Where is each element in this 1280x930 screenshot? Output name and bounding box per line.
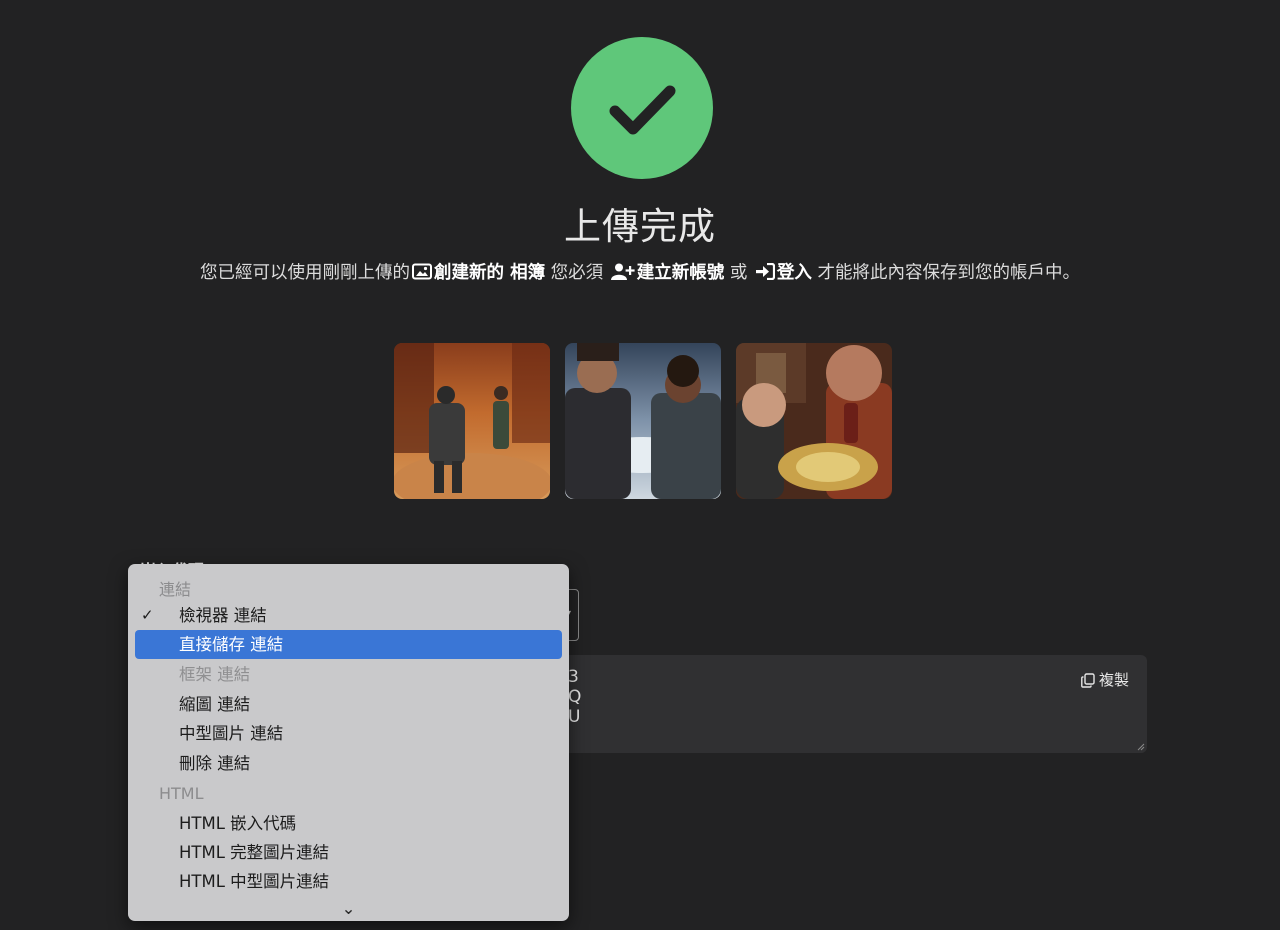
menu-item-direct-link[interactable]: 直接儲存 連結 bbox=[135, 630, 562, 659]
code-line: U bbox=[568, 707, 581, 727]
thumbnail-1[interactable] bbox=[394, 343, 550, 499]
menu-item-html-medium[interactable]: HTML 中型圖片連結 bbox=[135, 867, 562, 896]
message-suffix: 才能將此內容保存到您的帳戶中。 bbox=[817, 263, 1080, 283]
scroll-down-icon[interactable]: ⌄ bbox=[128, 899, 569, 918]
menu-item-label: HTML 嵌入代碼 bbox=[179, 814, 297, 833]
embed-code-text: 3 Q U bbox=[568, 667, 581, 727]
message-or: 或 bbox=[729, 263, 748, 283]
menu-item-label: HTML 中型圖片連結 bbox=[179, 872, 330, 891]
image-icon bbox=[412, 263, 432, 285]
menu-group-html: HTML bbox=[159, 784, 204, 803]
resize-grip-icon[interactable] bbox=[1137, 743, 1145, 751]
upload-message: 您已經可以使用剛剛上傳的 創建新的 相簿 您必須 建立新帳號 或 登入 才能將此內… bbox=[0, 259, 1280, 285]
create-album-link[interactable]: 創建新的 相簿 bbox=[434, 263, 545, 283]
code-line: Q bbox=[568, 687, 582, 707]
menu-item-label: 檢視器 連結 bbox=[179, 606, 267, 625]
menu-item-label: 中型圖片 連結 bbox=[179, 724, 284, 743]
menu-item-label: 直接儲存 連結 bbox=[179, 635, 284, 654]
message-prefix: 您已經可以使用剛剛上傳的 bbox=[200, 263, 410, 283]
menu-group-links: 連結 bbox=[159, 580, 192, 599]
menu-item-label: 框架 連結 bbox=[179, 665, 251, 684]
copy-label: 複製 bbox=[1098, 671, 1129, 689]
copy-icon bbox=[1081, 672, 1095, 688]
menu-item-label: 縮圖 連結 bbox=[179, 695, 251, 714]
menu-item-viewer-link[interactable]: ✓ 檢視器 連結 bbox=[135, 601, 562, 630]
embed-type-dropdown: 連結 ✓ 檢視器 連結 直接儲存 連結 框架 連結 縮圖 連結 中型圖片 連結 … bbox=[128, 564, 569, 921]
checkmark-icon: ✓ bbox=[141, 606, 154, 624]
check-icon bbox=[609, 85, 676, 135]
signup-link[interactable]: 建立新帳號 bbox=[637, 263, 725, 283]
success-badge bbox=[571, 37, 713, 179]
user-plus-icon bbox=[610, 263, 635, 285]
code-line: 3 bbox=[568, 667, 579, 687]
upload-complete-page: 上傳完成 您已經可以使用剛剛上傳的 創建新的 相簿 您必須 建立新帳號 或 登入 … bbox=[0, 0, 1280, 930]
copy-button[interactable]: 複製 bbox=[1081, 670, 1129, 690]
menu-item-thumbnail-link[interactable]: 縮圖 連結 bbox=[135, 690, 562, 719]
menu-item-label: 刪除 連結 bbox=[179, 754, 251, 773]
menu-item-label: HTML 完整圖片連結 bbox=[179, 843, 330, 862]
message-middle: 您必須 bbox=[550, 263, 604, 283]
thumbnail-3[interactable] bbox=[736, 343, 892, 499]
login-link[interactable]: 登入 bbox=[777, 263, 812, 283]
menu-item-html-full[interactable]: HTML 完整圖片連結 bbox=[135, 838, 562, 867]
menu-item-medium-link[interactable]: 中型圖片 連結 bbox=[135, 719, 562, 748]
thumbnail-2[interactable] bbox=[565, 343, 721, 499]
menu-item-delete-link[interactable]: 刪除 連結 bbox=[135, 749, 562, 778]
menu-item-frame-link: 框架 連結 bbox=[135, 660, 562, 689]
page-title: 上傳完成 bbox=[564, 205, 716, 248]
menu-item-html-embed[interactable]: HTML 嵌入代碼 bbox=[135, 809, 562, 838]
sign-in-icon bbox=[755, 262, 776, 285]
uploaded-thumbnails bbox=[394, 343, 892, 499]
